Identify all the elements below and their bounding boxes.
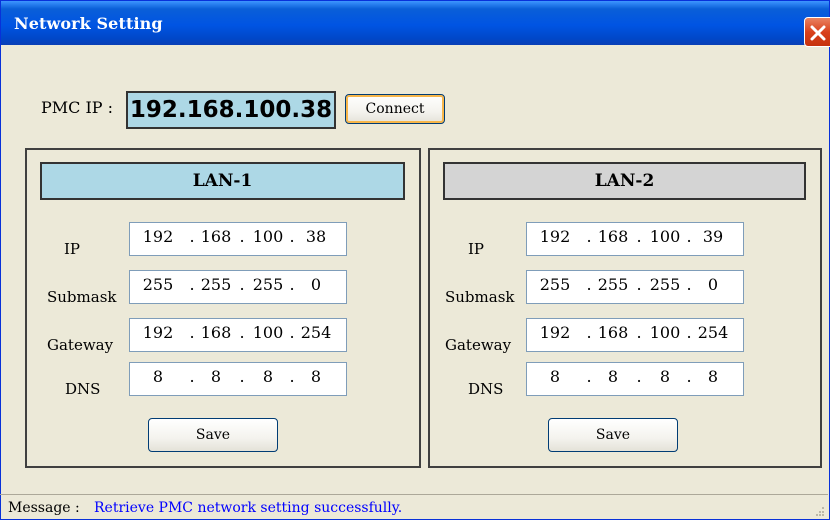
ip-dot: . <box>189 367 195 386</box>
ip-octet: 255 <box>649 275 681 294</box>
ip-octet: 8 <box>262 367 274 386</box>
ip-octet: 39 <box>702 227 724 246</box>
close-button[interactable] <box>804 17 830 47</box>
lan-2-gateway-label: Gateway <box>445 336 512 354</box>
ip-dot: . <box>239 275 245 294</box>
lan-1-ip-field[interactable]: 192 . 168 . 100 . 38 <box>129 222 347 256</box>
ip-octet: 192 <box>539 323 571 342</box>
ip-dot: . <box>636 323 642 342</box>
ip-dot: . <box>586 227 592 246</box>
lan-1-ip-label: IP <box>64 240 81 258</box>
ip-octet: 168 <box>597 227 629 246</box>
ip-dot: . <box>289 275 295 294</box>
ip-octet: 100 <box>252 323 284 342</box>
ip-octet: 8 <box>152 367 164 386</box>
ip-octet: 255 <box>597 275 629 294</box>
ip-octet: 8 <box>659 367 671 386</box>
lan-1-dns-field[interactable]: 8 . 8 . 8 . 8 <box>129 362 347 396</box>
ip-octet: 255 <box>252 275 284 294</box>
ip-dot: . <box>686 227 692 246</box>
lan-2-dns-label: DNS <box>468 380 504 398</box>
ip-dot: . <box>189 275 195 294</box>
ip-octet: 192 <box>142 323 174 342</box>
ip-dot: . <box>239 227 245 246</box>
ip-dot: . <box>636 227 642 246</box>
pmc-ip-label: PMC IP : <box>41 98 114 117</box>
ip-octet: 192 <box>142 227 174 246</box>
lan-2-ip-label: IP <box>468 240 485 258</box>
ip-octet: 100 <box>252 227 284 246</box>
ip-dot: . <box>289 367 295 386</box>
ip-octet: 0 <box>310 275 322 294</box>
lan-2-ip-field[interactable]: 192 . 168 . 100 . 39 <box>526 222 744 256</box>
ip-octet: 192 <box>539 227 571 246</box>
connect-button[interactable]: Connect <box>345 94 445 124</box>
lan-1-submask-field[interactable]: 255 . 255 . 255 . 0 <box>129 270 347 304</box>
ip-dot: . <box>636 367 642 386</box>
ip-octet: 254 <box>300 323 332 342</box>
ip-octet: 100 <box>649 323 681 342</box>
ip-octet: 255 <box>142 275 174 294</box>
lan-1-save-button[interactable]: Save <box>148 418 278 452</box>
ip-dot: . <box>189 227 195 246</box>
ip-octet: 100 <box>649 227 681 246</box>
title-bar[interactable]: Network Setting <box>1 1 829 45</box>
ip-octet: 0 <box>707 275 719 294</box>
lan-1-group: LAN-1 IP 192 . 168 . 100 . 38 Submask 25… <box>25 148 421 468</box>
ip-dot: . <box>686 323 692 342</box>
ip-octet: 168 <box>597 323 629 342</box>
ip-dot: . <box>586 367 592 386</box>
ip-dot: . <box>636 275 642 294</box>
ip-octet: 255 <box>200 275 232 294</box>
ip-dot: . <box>586 323 592 342</box>
lan-1-header: LAN-1 <box>40 162 405 200</box>
lan-1-gateway-label: Gateway <box>47 336 114 354</box>
window-title: Network Setting <box>14 14 163 33</box>
ip-octet: 254 <box>697 323 729 342</box>
ip-dot: . <box>686 367 692 386</box>
lan-2-submask-label: Submask <box>445 288 515 306</box>
ip-octet: 8 <box>707 367 719 386</box>
ip-dot: . <box>189 323 195 342</box>
ip-dot: . <box>239 367 245 386</box>
ip-dot: . <box>586 275 592 294</box>
lan-2-submask-field[interactable]: 255 . 255 . 255 . 0 <box>526 270 744 304</box>
status-message: Retrieve PMC network setting successfull… <box>94 500 403 516</box>
ip-octet: 8 <box>549 367 561 386</box>
lan-1-gateway-field[interactable]: 192 . 168 . 100 . 254 <box>129 318 347 352</box>
resize-grip-icon[interactable] <box>812 505 826 517</box>
lan-2-save-button[interactable]: Save <box>548 418 678 452</box>
ip-dot: . <box>239 323 245 342</box>
ip-dot: . <box>289 227 295 246</box>
lan-1-submask-label: Submask <box>47 288 117 306</box>
lan-2-dns-field[interactable]: 8 . 8 . 8 . 8 <box>526 362 744 396</box>
ip-dot: . <box>289 323 295 342</box>
ip-octet: 168 <box>200 323 232 342</box>
ip-octet: 38 <box>305 227 327 246</box>
close-icon <box>810 25 826 41</box>
lan-2-group: LAN-2 IP 192 . 168 . 100 . 39 Submask 25… <box>428 148 822 468</box>
pmc-ip-field[interactable]: 192.168.100.38 <box>126 91 336 129</box>
ip-dot: . <box>686 275 692 294</box>
status-divider <box>0 494 828 495</box>
status-prefix: Message : <box>8 500 80 516</box>
lan-1-dns-label: DNS <box>65 380 101 398</box>
lan-2-gateway-field[interactable]: 192 . 168 . 100 . 254 <box>526 318 744 352</box>
ip-octet: 8 <box>310 367 322 386</box>
ip-octet: 255 <box>539 275 571 294</box>
lan-2-header: LAN-2 <box>443 162 806 200</box>
ip-octet: 8 <box>210 367 222 386</box>
ip-octet: 168 <box>200 227 232 246</box>
ip-octet: 8 <box>607 367 619 386</box>
